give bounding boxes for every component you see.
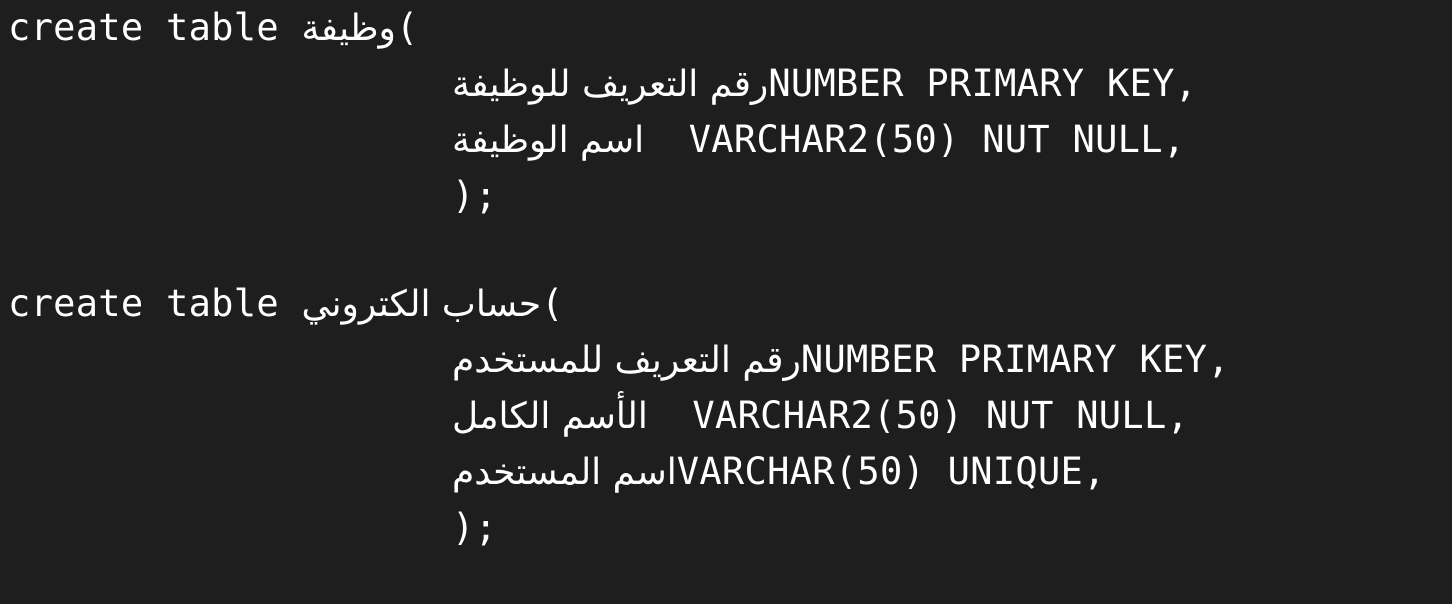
table2-col1-def: NUMBER PRIMARY KEY, xyxy=(800,338,1230,381)
table2-col3-name: اسم المستخدم xyxy=(452,452,677,493)
code-line-table1-close: ); xyxy=(452,168,497,224)
code-line-table2-col3: اسم المستخدمVARCHAR(50) UNIQUE, xyxy=(452,444,1106,500)
table1-col2-name: اسم الوظيفة xyxy=(452,120,645,161)
code-line-table1-col1: رقم التعريف للوظيفةNUMBER PRIMARY KEY, xyxy=(452,56,1197,112)
table1-col2-def: VARCHAR2(50) NUT NULL, xyxy=(644,118,1186,161)
table1-col1-def: NUMBER PRIMARY KEY, xyxy=(768,62,1198,105)
open-paren: ( xyxy=(541,282,564,325)
code-line-table2-header: create table حساب الكتروني( xyxy=(8,276,563,332)
table2-col1-name: رقم التعريف للمستخدم xyxy=(452,340,801,381)
table2-col2-def: VARCHAR2(50) NUT NULL, xyxy=(647,394,1190,437)
table1-name: وظيفة xyxy=(301,8,396,49)
code-line-table2-close: ); xyxy=(452,500,497,556)
table2-col3-def: VARCHAR(50) UNIQUE, xyxy=(676,450,1106,493)
table2-close: ); xyxy=(452,506,498,549)
open-paren: ( xyxy=(395,6,419,49)
code-line-table1-col2: اسم الوظيفة VARCHAR2(50) NUT NULL, xyxy=(452,112,1185,168)
table1-close: ); xyxy=(452,174,498,217)
code-editor[interactable]: create table وظيفة( رقم التعريف للوظيفةN… xyxy=(0,0,1452,604)
create-table-keyword: create table xyxy=(8,282,302,325)
create-table-keyword: create table xyxy=(8,6,302,49)
table1-col1-name: رقم التعريف للوظيفة xyxy=(452,64,769,105)
table2-name: حساب الكتروني xyxy=(301,284,542,325)
table2-col2-name: الأسم الكامل xyxy=(452,396,648,437)
code-line-table1-header: create table وظيفة( xyxy=(8,0,418,56)
code-line-table2-col1: رقم التعريف للمستخدمNUMBER PRIMARY KEY, xyxy=(452,332,1230,388)
code-line-table2-col2: الأسم الكامل VARCHAR2(50) NUT NULL, xyxy=(452,388,1189,444)
